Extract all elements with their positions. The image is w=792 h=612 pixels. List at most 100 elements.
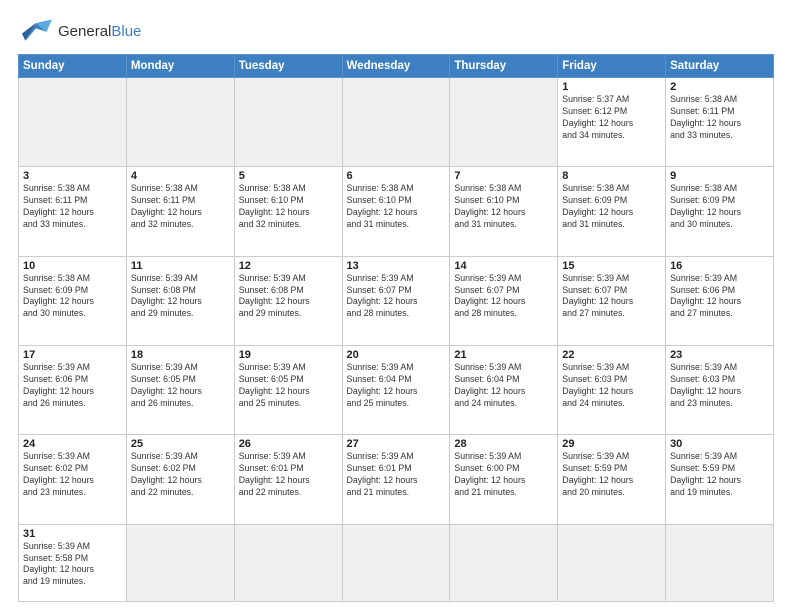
calendar-cell: 7Sunrise: 5:38 AM Sunset: 6:10 PM Daylig… xyxy=(450,167,558,256)
day-number: 26 xyxy=(239,438,338,450)
day-info: Sunrise: 5:39 AM Sunset: 6:06 PM Dayligh… xyxy=(23,362,122,410)
day-number: 30 xyxy=(670,438,769,450)
day-number: 15 xyxy=(562,260,661,272)
day-number: 31 xyxy=(23,528,122,540)
calendar-cell xyxy=(342,524,450,601)
calendar-cell: 5Sunrise: 5:38 AM Sunset: 6:10 PM Daylig… xyxy=(234,167,342,256)
calendar-cell xyxy=(450,78,558,167)
day-info: Sunrise: 5:38 AM Sunset: 6:11 PM Dayligh… xyxy=(131,183,230,231)
calendar-cell xyxy=(234,524,342,601)
day-header-saturday: Saturday xyxy=(666,55,774,78)
day-number: 8 xyxy=(562,170,661,182)
calendar-week-row: 31Sunrise: 5:39 AM Sunset: 5:58 PM Dayli… xyxy=(19,524,774,601)
day-info: Sunrise: 5:39 AM Sunset: 6:07 PM Dayligh… xyxy=(454,273,553,321)
calendar-cell: 23Sunrise: 5:39 AM Sunset: 6:03 PM Dayli… xyxy=(666,345,774,434)
day-header-tuesday: Tuesday xyxy=(234,55,342,78)
day-number: 17 xyxy=(23,349,122,361)
day-info: Sunrise: 5:38 AM Sunset: 6:11 PM Dayligh… xyxy=(670,94,769,142)
calendar-cell: 28Sunrise: 5:39 AM Sunset: 6:00 PM Dayli… xyxy=(450,435,558,524)
day-number: 10 xyxy=(23,260,122,272)
day-number: 4 xyxy=(131,170,230,182)
calendar-cell: 31Sunrise: 5:39 AM Sunset: 5:58 PM Dayli… xyxy=(19,524,127,601)
calendar-week-row: 1Sunrise: 5:37 AM Sunset: 6:12 PM Daylig… xyxy=(19,78,774,167)
calendar-week-row: 17Sunrise: 5:39 AM Sunset: 6:06 PM Dayli… xyxy=(19,345,774,434)
day-number: 28 xyxy=(454,438,553,450)
calendar-week-row: 24Sunrise: 5:39 AM Sunset: 6:02 PM Dayli… xyxy=(19,435,774,524)
calendar-week-row: 3Sunrise: 5:38 AM Sunset: 6:11 PM Daylig… xyxy=(19,167,774,256)
day-number: 7 xyxy=(454,170,553,182)
calendar-cell xyxy=(558,524,666,601)
day-number: 22 xyxy=(562,349,661,361)
calendar-cell: 30Sunrise: 5:39 AM Sunset: 5:59 PM Dayli… xyxy=(666,435,774,524)
day-info: Sunrise: 5:38 AM Sunset: 6:09 PM Dayligh… xyxy=(23,273,122,321)
calendar-week-row: 10Sunrise: 5:38 AM Sunset: 6:09 PM Dayli… xyxy=(19,256,774,345)
day-info: Sunrise: 5:39 AM Sunset: 6:02 PM Dayligh… xyxy=(131,451,230,499)
calendar-cell: 22Sunrise: 5:39 AM Sunset: 6:03 PM Dayli… xyxy=(558,345,666,434)
calendar-header-row: SundayMondayTuesdayWednesdayThursdayFrid… xyxy=(19,55,774,78)
calendar-cell xyxy=(450,524,558,601)
calendar-cell xyxy=(126,78,234,167)
day-info: Sunrise: 5:39 AM Sunset: 6:00 PM Dayligh… xyxy=(454,451,553,499)
day-info: Sunrise: 5:39 AM Sunset: 6:08 PM Dayligh… xyxy=(239,273,338,321)
day-number: 14 xyxy=(454,260,553,272)
day-number: 5 xyxy=(239,170,338,182)
calendar-cell: 17Sunrise: 5:39 AM Sunset: 6:06 PM Dayli… xyxy=(19,345,127,434)
day-info: Sunrise: 5:38 AM Sunset: 6:10 PM Dayligh… xyxy=(454,183,553,231)
day-header-wednesday: Wednesday xyxy=(342,55,450,78)
day-info: Sunrise: 5:37 AM Sunset: 6:12 PM Dayligh… xyxy=(562,94,661,142)
calendar-cell: 15Sunrise: 5:39 AM Sunset: 6:07 PM Dayli… xyxy=(558,256,666,345)
calendar-cell: 13Sunrise: 5:39 AM Sunset: 6:07 PM Dayli… xyxy=(342,256,450,345)
calendar-cell xyxy=(126,524,234,601)
day-number: 11 xyxy=(131,260,230,272)
day-number: 16 xyxy=(670,260,769,272)
calendar-cell: 24Sunrise: 5:39 AM Sunset: 6:02 PM Dayli… xyxy=(19,435,127,524)
calendar-cell: 25Sunrise: 5:39 AM Sunset: 6:02 PM Dayli… xyxy=(126,435,234,524)
calendar-cell: 16Sunrise: 5:39 AM Sunset: 6:06 PM Dayli… xyxy=(666,256,774,345)
calendar-cell: 2Sunrise: 5:38 AM Sunset: 6:11 PM Daylig… xyxy=(666,78,774,167)
day-info: Sunrise: 5:39 AM Sunset: 6:08 PM Dayligh… xyxy=(131,273,230,321)
day-info: Sunrise: 5:39 AM Sunset: 6:07 PM Dayligh… xyxy=(562,273,661,321)
day-number: 29 xyxy=(562,438,661,450)
header: GeneralBlue xyxy=(18,16,774,46)
calendar-cell: 11Sunrise: 5:39 AM Sunset: 6:08 PM Dayli… xyxy=(126,256,234,345)
calendar-cell: 29Sunrise: 5:39 AM Sunset: 5:59 PM Dayli… xyxy=(558,435,666,524)
day-number: 23 xyxy=(670,349,769,361)
day-info: Sunrise: 5:38 AM Sunset: 6:10 PM Dayligh… xyxy=(239,183,338,231)
day-info: Sunrise: 5:39 AM Sunset: 6:04 PM Dayligh… xyxy=(454,362,553,410)
day-info: Sunrise: 5:38 AM Sunset: 6:11 PM Dayligh… xyxy=(23,183,122,231)
calendar-cell: 1Sunrise: 5:37 AM Sunset: 6:12 PM Daylig… xyxy=(558,78,666,167)
day-number: 18 xyxy=(131,349,230,361)
calendar-cell: 21Sunrise: 5:39 AM Sunset: 6:04 PM Dayli… xyxy=(450,345,558,434)
calendar-cell xyxy=(342,78,450,167)
day-number: 6 xyxy=(347,170,446,182)
calendar-cell: 3Sunrise: 5:38 AM Sunset: 6:11 PM Daylig… xyxy=(19,167,127,256)
day-info: Sunrise: 5:39 AM Sunset: 6:01 PM Dayligh… xyxy=(347,451,446,499)
logo-icon xyxy=(18,16,54,46)
day-info: Sunrise: 5:39 AM Sunset: 5:58 PM Dayligh… xyxy=(23,541,122,589)
day-info: Sunrise: 5:39 AM Sunset: 6:03 PM Dayligh… xyxy=(670,362,769,410)
day-info: Sunrise: 5:39 AM Sunset: 6:03 PM Dayligh… xyxy=(562,362,661,410)
calendar-cell xyxy=(234,78,342,167)
day-info: Sunrise: 5:38 AM Sunset: 6:09 PM Dayligh… xyxy=(562,183,661,231)
day-number: 20 xyxy=(347,349,446,361)
day-number: 1 xyxy=(562,81,661,93)
calendar-cell: 10Sunrise: 5:38 AM Sunset: 6:09 PM Dayli… xyxy=(19,256,127,345)
day-number: 27 xyxy=(347,438,446,450)
calendar-cell: 27Sunrise: 5:39 AM Sunset: 6:01 PM Dayli… xyxy=(342,435,450,524)
day-header-sunday: Sunday xyxy=(19,55,127,78)
day-header-friday: Friday xyxy=(558,55,666,78)
day-number: 2 xyxy=(670,81,769,93)
calendar-cell: 9Sunrise: 5:38 AM Sunset: 6:09 PM Daylig… xyxy=(666,167,774,256)
logo: GeneralBlue xyxy=(18,16,141,46)
calendar-cell: 19Sunrise: 5:39 AM Sunset: 6:05 PM Dayli… xyxy=(234,345,342,434)
calendar-cell: 4Sunrise: 5:38 AM Sunset: 6:11 PM Daylig… xyxy=(126,167,234,256)
day-info: Sunrise: 5:38 AM Sunset: 6:09 PM Dayligh… xyxy=(670,183,769,231)
day-info: Sunrise: 5:39 AM Sunset: 6:02 PM Dayligh… xyxy=(23,451,122,499)
day-number: 25 xyxy=(131,438,230,450)
day-number: 9 xyxy=(670,170,769,182)
calendar-cell: 18Sunrise: 5:39 AM Sunset: 6:05 PM Dayli… xyxy=(126,345,234,434)
day-number: 3 xyxy=(23,170,122,182)
day-info: Sunrise: 5:39 AM Sunset: 6:05 PM Dayligh… xyxy=(239,362,338,410)
day-number: 24 xyxy=(23,438,122,450)
day-number: 12 xyxy=(239,260,338,272)
